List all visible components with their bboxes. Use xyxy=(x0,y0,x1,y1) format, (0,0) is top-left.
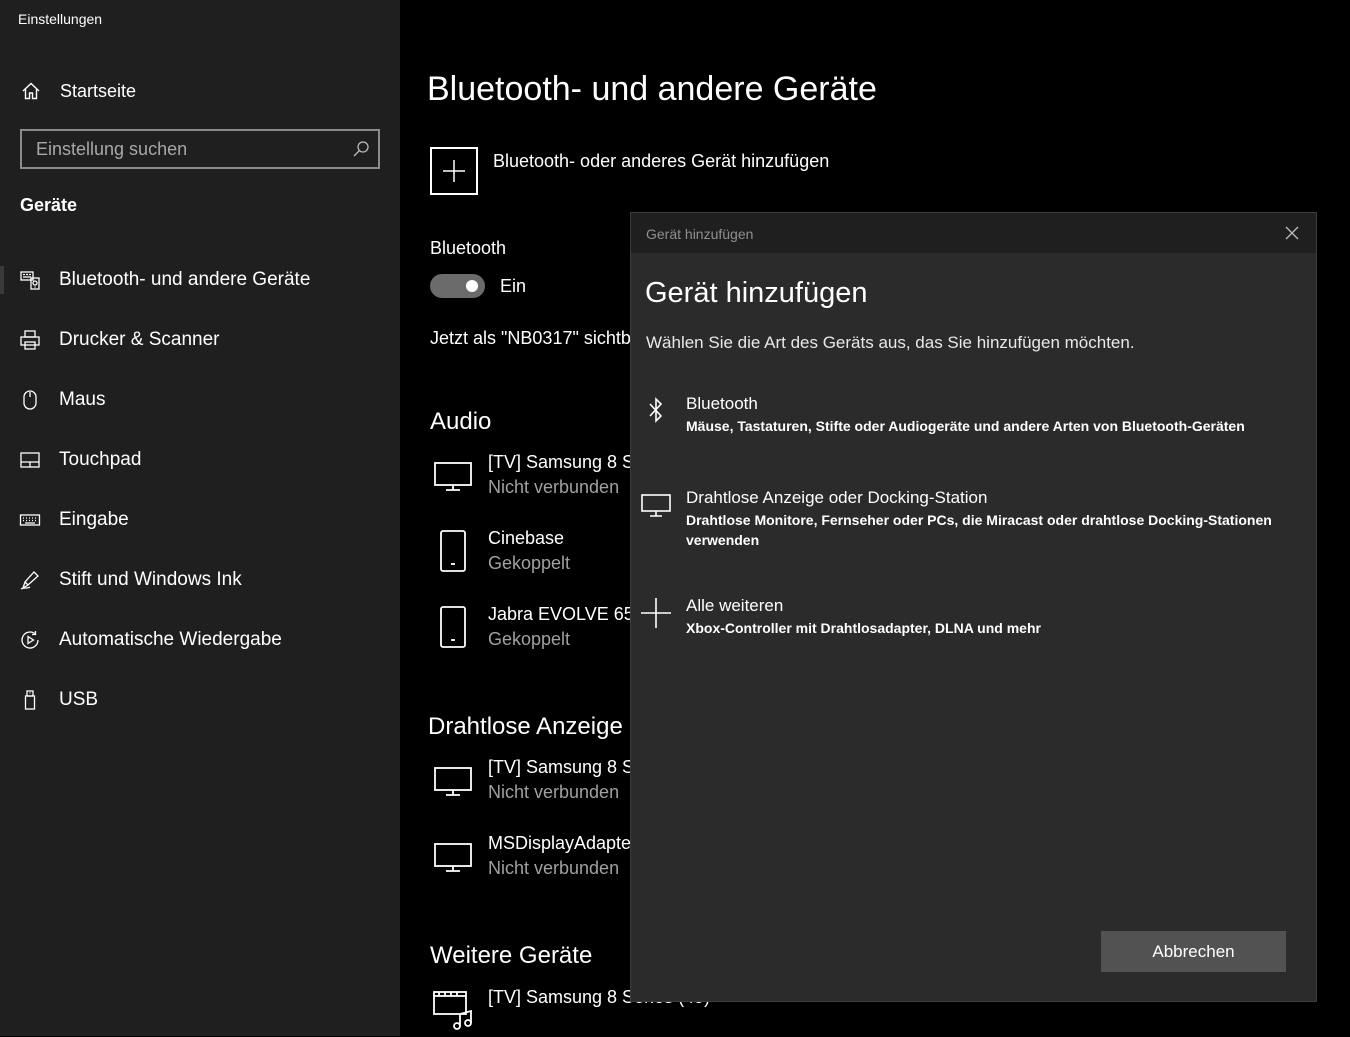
plus-icon xyxy=(639,596,673,630)
sidebar-item-label: Maus xyxy=(59,389,106,410)
usb-icon xyxy=(19,689,41,711)
device-status: Gekoppelt xyxy=(488,553,571,573)
printer-icon xyxy=(19,329,41,351)
option-description: Mäuse, Tastaturen, Stifte oder Audiogerä… xyxy=(686,418,1245,434)
sidebar-item-label: Automatische Wiedergabe xyxy=(59,629,282,650)
sidebar-item-label: Bluetooth- und andere Geräte xyxy=(59,269,311,290)
option-description: Xbox-Controller mit Drahtlosadapter, DLN… xyxy=(686,620,1041,636)
search-input[interactable] xyxy=(22,131,356,167)
pen-icon xyxy=(19,569,41,591)
phone-icon xyxy=(430,528,476,574)
dialog-titlebar: Gerät hinzufügen xyxy=(631,213,1316,253)
dialog-heading: Gerät hinzufügen xyxy=(645,277,868,309)
search-box xyxy=(20,129,380,169)
bluetooth-state: Ein xyxy=(500,276,527,296)
wireless-heading: Drahtlose Anzeige xyxy=(428,713,623,740)
visible-as-text: Jetzt als "NB0317" sichtb xyxy=(430,328,631,348)
sidebar-item-pen[interactable]: Stift und Windows Ink xyxy=(0,560,400,600)
device-status: Nicht verbunden xyxy=(488,858,620,878)
monitor-icon xyxy=(430,452,476,498)
add-device-label[interactable]: Bluetooth- oder anderes Gerät hinzufügen xyxy=(493,151,829,172)
cancel-button[interactable]: Abbrechen xyxy=(1101,931,1286,972)
mouse-icon xyxy=(19,389,41,411)
sidebar-item-bluetooth[interactable]: Bluetooth- und andere Geräte xyxy=(0,260,400,300)
device-status: Nicht verbunden xyxy=(488,782,620,802)
home-icon xyxy=(20,80,42,102)
touchpad-icon xyxy=(19,449,41,471)
sidebar-item-label: Eingabe xyxy=(59,509,129,530)
sidebar: Einstellungen Startseite Geräte Bluetoot… xyxy=(0,0,400,1036)
device-name: Cinebase xyxy=(488,528,565,548)
bluetooth-heading: Bluetooth xyxy=(430,238,507,258)
bluetooth-devices-icon xyxy=(19,269,41,291)
autoplay-icon xyxy=(19,629,41,651)
sidebar-item-input[interactable]: Eingabe xyxy=(0,500,400,540)
sidebar-item-printers[interactable]: Drucker & Scanner xyxy=(0,320,400,360)
phone-icon xyxy=(430,604,476,650)
device-status: Nicht verbunden xyxy=(488,477,620,497)
dialog-subtitle: Wählen Sie die Art des Geräts aus, das S… xyxy=(646,333,1135,352)
device-name: [TV] Samsung 8 S xyxy=(488,757,635,777)
home-label: Startseite xyxy=(60,80,137,101)
option-description: Drahtlose Monitore, Fernseher oder PCs, … xyxy=(686,512,1272,548)
device-name: MSDisplayAdapte xyxy=(488,833,632,853)
option-title: Alle weiteren xyxy=(686,596,784,615)
sidebar-item-label: USB xyxy=(59,689,99,710)
page-title: Bluetooth- und andere Geräte xyxy=(427,70,877,108)
sidebar-item-autoplay[interactable]: Automatische Wiedergabe xyxy=(0,620,400,660)
toggle-knob xyxy=(466,280,478,292)
sidebar-item-label: Touchpad xyxy=(59,449,142,470)
sidebar-item-label: Stift und Windows Ink xyxy=(59,569,242,590)
dialog-window-title: Gerät hinzufügen xyxy=(646,226,754,242)
monitor-icon xyxy=(639,488,673,522)
section-label: Geräte xyxy=(20,195,78,215)
close-icon[interactable] xyxy=(1282,223,1302,243)
device-name: [TV] Samsung 8 S xyxy=(488,452,635,472)
audio-heading: Audio xyxy=(430,408,492,435)
monitor-icon xyxy=(430,757,476,803)
sidebar-item-usb[interactable]: USB xyxy=(0,680,400,720)
home-link[interactable]: Startseite xyxy=(20,78,380,104)
sidebar-item-touchpad[interactable]: Touchpad xyxy=(0,440,400,480)
option-other[interactable]: Alle weiteren Xbox-Controller mit Drahtl… xyxy=(631,596,1316,648)
option-title: Drahtlose Anzeige oder Docking-Station xyxy=(686,488,988,507)
monitor-icon xyxy=(430,833,476,879)
media-device-icon xyxy=(430,987,476,1033)
selection-indicator xyxy=(0,266,4,294)
device-status: Gekoppelt xyxy=(488,629,571,649)
option-wireless-display[interactable]: Drahtlose Anzeige oder Docking-Station D… xyxy=(631,488,1316,558)
sidebar-item-label: Drucker & Scanner xyxy=(59,329,220,350)
sidebar-item-mouse[interactable]: Maus xyxy=(0,380,400,420)
bluetooth-icon xyxy=(639,394,673,428)
option-title: Bluetooth xyxy=(686,394,758,413)
add-device-dialog: Gerät hinzufügen Gerät hinzufügen Wählen… xyxy=(630,212,1317,1002)
add-device-button[interactable] xyxy=(430,147,478,195)
bluetooth-toggle[interactable] xyxy=(430,274,485,298)
keyboard-icon xyxy=(19,509,41,531)
app-title: Einstellungen xyxy=(18,11,103,27)
device-name: Jabra EVOLVE 65 xyxy=(488,604,634,624)
option-bluetooth[interactable]: Bluetooth Mäuse, Tastaturen, Stifte oder… xyxy=(631,394,1316,446)
search-icon[interactable] xyxy=(352,140,370,158)
other-devices-heading: Weitere Geräte xyxy=(430,942,593,969)
plus-icon xyxy=(443,160,465,182)
